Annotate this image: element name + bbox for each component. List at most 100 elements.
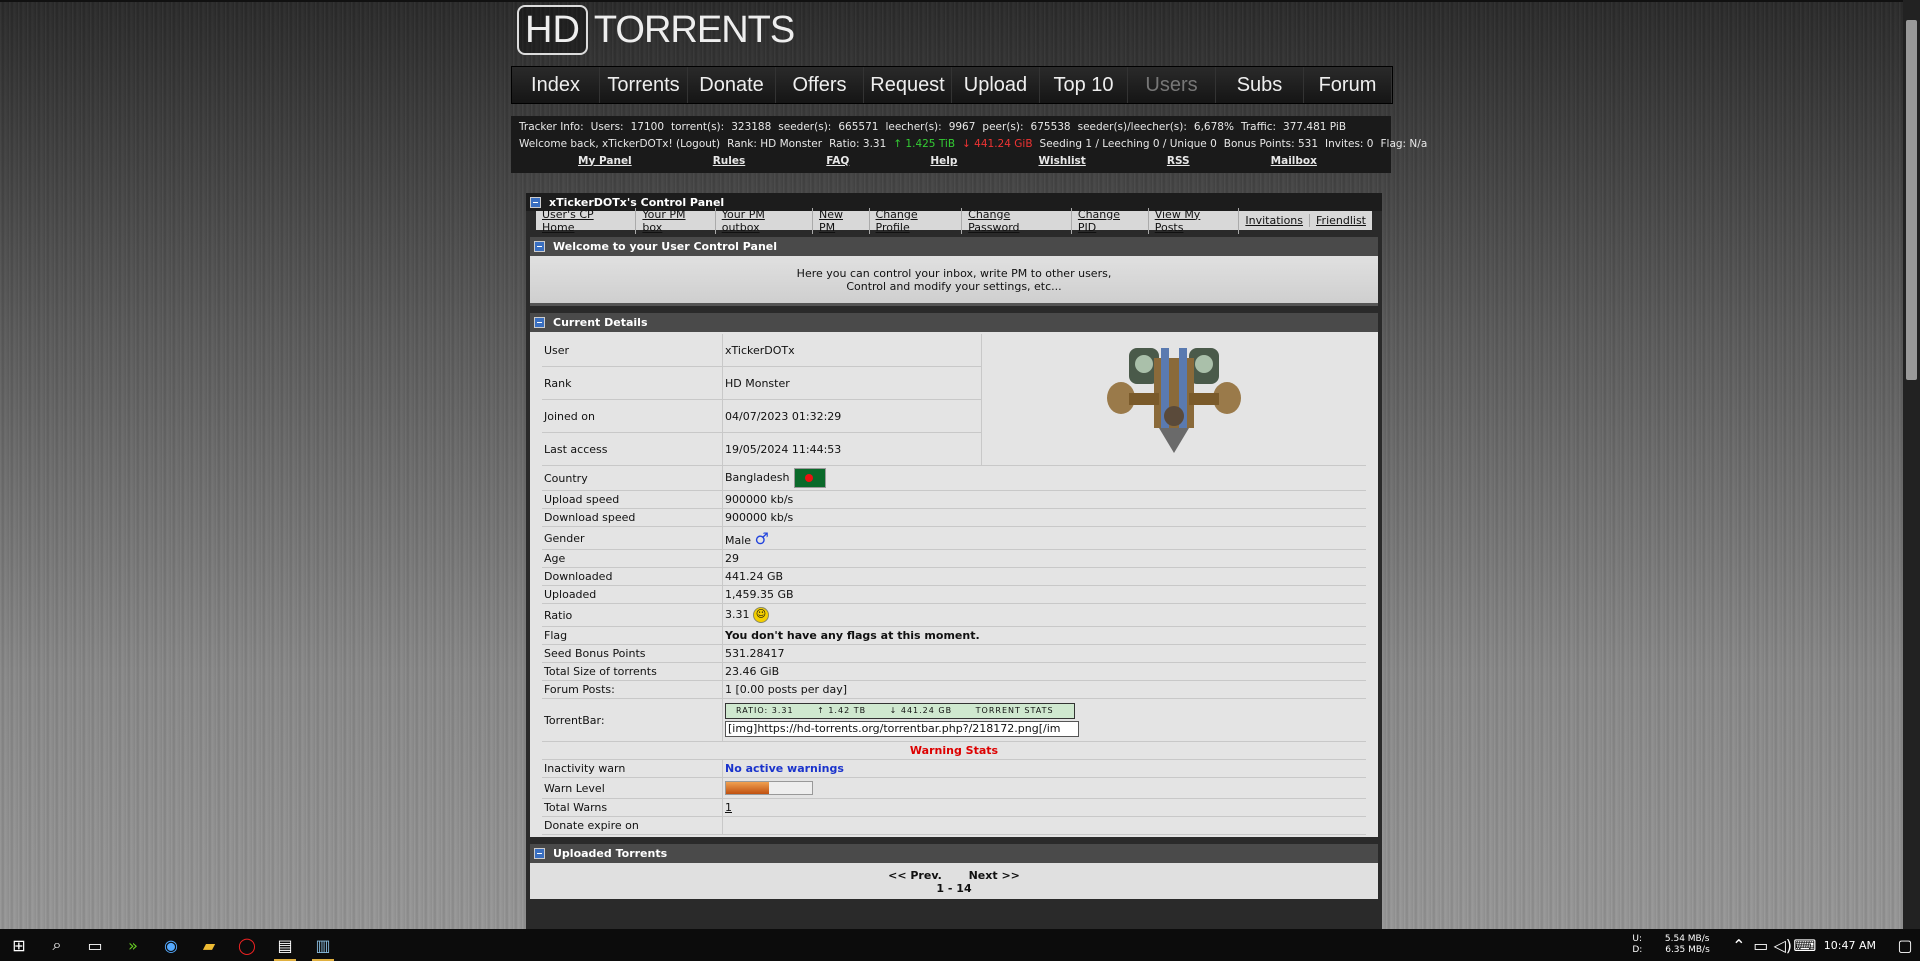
notification-icon[interactable]: ▢ [1890,929,1920,961]
peers-label: peer(s): [982,120,1024,133]
windows-start-icon[interactable]: ⊞ [0,929,38,961]
network-icon[interactable]: ▭ [1750,929,1772,961]
search-icon[interactable]: ⌕ [38,929,76,961]
tab-pm-outbox[interactable]: Your PM outbox [716,207,813,234]
terminal-icon[interactable]: ▭ [76,929,114,961]
table-row: Downloaded 441.24 GB [542,567,1366,586]
value-last-access: 19/05/2024 11:44:53 [722,432,982,466]
invites[interactable]: Invites: 0 [1325,138,1374,150]
link-my-panel[interactable]: My Panel [578,155,632,167]
welcome-line-2: Control and modify your settings, etc... [846,280,1062,293]
notes-app-icon[interactable]: ▥ [304,929,342,961]
tab-friendlist[interactable]: Friendlist [1310,214,1372,227]
welcome-greeting[interactable]: Welcome back, xTickerDOTx! (Logout) [519,138,720,150]
collapse-icon[interactable] [534,317,545,328]
clock[interactable]: 10:47 AM [1824,939,1876,952]
tab-cp-home[interactable]: User's CP Home [536,207,637,234]
media-player-icon[interactable]: » [114,929,152,961]
chevron-up-icon[interactable]: ⌃ [1728,929,1750,961]
nav-forum[interactable]: Forum [1304,67,1392,103]
details-title: Current Details [553,316,648,329]
qbittorrent-icon[interactable]: ◉ [152,929,190,961]
link-mailbox[interactable]: Mailbox [1271,155,1317,167]
table-row: Warning Stats [542,741,1366,760]
tab-change-password[interactable]: Change Password [962,207,1072,234]
torrentbar-down: ↓ 441.24 GB [889,706,953,715]
opera-icon[interactable]: ◯ [228,929,266,961]
next-link[interactable]: Next >> [969,869,1020,882]
label-inactivity: Inactivity warn [542,759,723,778]
nav-users[interactable]: Users [1128,67,1216,103]
tab-invitations[interactable]: Invitations [1239,214,1311,227]
torrents-label: torrent(s): [671,120,725,133]
download-total: ↓ 441.24 GiB [962,137,1033,150]
value-total-warns[interactable]: 1 [722,798,1366,817]
prev-link[interactable]: << Prev. [888,869,942,882]
label-downloaded: Downloaded [542,567,723,586]
collapse-icon[interactable] [530,196,541,208]
tab-pm-box[interactable]: Your PM box [636,207,716,234]
collapse-icon[interactable] [534,848,545,859]
bangladesh-flag-icon [793,468,826,488]
tracker-stats-row: Tracker Info: Users: 17100 torrent(s): 3… [511,118,1391,135]
value-forum-posts: 1 [0.00 posts per day] [722,680,1366,699]
details-table-2: Country Bangladesh Upload speed 900000 kb… [542,466,1366,835]
value-country: Bangladesh [722,466,1366,491]
label-user: User [542,334,723,367]
country-name: Bangladesh [725,471,790,484]
link-rss[interactable]: RSS [1167,155,1190,167]
nav-donate[interactable]: Donate [688,67,776,103]
leechers-count: 9967 [948,120,976,133]
user-rank: Rank: HD Monster [727,137,823,150]
nav-top10[interactable]: Top 10 [1040,67,1128,103]
keyboard-icon[interactable]: ⌨ [1793,929,1816,961]
link-faq[interactable]: FAQ [826,155,849,167]
table-row: Inactivity warn No active warnings [542,759,1366,778]
scrollbar-thumb[interactable] [1906,20,1917,380]
label-gender: Gender [542,526,723,550]
torrents-count: 323188 [731,120,772,133]
seeding-status: Seeding 1 / Leeching 0 / Unique 0 [1039,137,1217,150]
label-flag: Flag [542,626,723,645]
link-help[interactable]: Help [930,155,957,167]
net-speed: U: 5.54 MB/s D: 6.35 MB/s [1632,934,1709,956]
value-uploaded: 1,459.35 GB [722,585,1366,604]
nav-request[interactable]: Request [864,67,952,103]
users-label: Users: [590,120,624,133]
table-row: Seed Bonus Points 531.28417 [542,644,1366,663]
nav-offers[interactable]: Offers [776,67,864,103]
link-rules[interactable]: Rules [713,155,746,167]
torrentbar-image: RATIO: 3.31 ↑ 1.42 TB ↓ 441.24 GB TORREN… [725,703,1075,719]
collapse-icon[interactable] [534,241,545,252]
details-table-wrap: User xTickerDOTx Rank HD Monster Joined … [530,332,1378,837]
value-upload-speed: 900000 kb/s [722,490,1366,509]
tab-new-pm[interactable]: New PM [813,207,870,234]
torrentbar-code-field[interactable]: [img]https://hd-torrents.org/torrentbar.… [725,721,1079,737]
nav-index[interactable]: Index [512,67,600,103]
site-logo[interactable]: HD TORRENTS [517,4,795,56]
table-row: Ratio 3.31 ☺ [542,603,1366,627]
label-forum-posts: Forum Posts: [542,680,723,699]
uploaded-torrents-section: Uploaded Torrents << Prev. Next >> 1 - 1… [530,844,1378,899]
net-up-row: U: 5.54 MB/s [1632,934,1709,945]
tab-view-posts[interactable]: View My Posts [1149,207,1240,234]
file-explorer-icon[interactable]: ▰ [190,929,228,961]
tab-change-profile[interactable]: Change Profile [870,207,963,234]
value-user: xTickerDOTx [722,334,982,367]
warning-stats-heading: Warning Stats [542,741,1366,760]
table-row: Country Bangladesh [542,466,1366,491]
bonus-points[interactable]: Bonus Points: 531 [1224,138,1318,150]
tab-change-pid[interactable]: Change PID [1072,207,1149,234]
volume-icon[interactable]: ◁) [1772,929,1794,961]
page-scrollbar[interactable] [1903,0,1920,929]
torrentbar-ratio: RATIO: 3.31 [736,706,794,715]
label-download-speed: Download speed [542,508,723,527]
nav-subs[interactable]: Subs [1216,67,1304,103]
torrentbar-up: ↑ 1.42 TB [817,706,867,715]
nav-torrents[interactable]: Torrents [600,67,688,103]
notepad-icon[interactable]: ▤ [266,929,304,961]
label-total-warns: Total Warns [542,798,723,817]
nav-upload[interactable]: Upload [952,67,1040,103]
link-wishlist[interactable]: Wishlist [1038,155,1085,167]
cp-tabs: User's CP Home Your PM box Your PM outbo… [536,207,1372,234]
